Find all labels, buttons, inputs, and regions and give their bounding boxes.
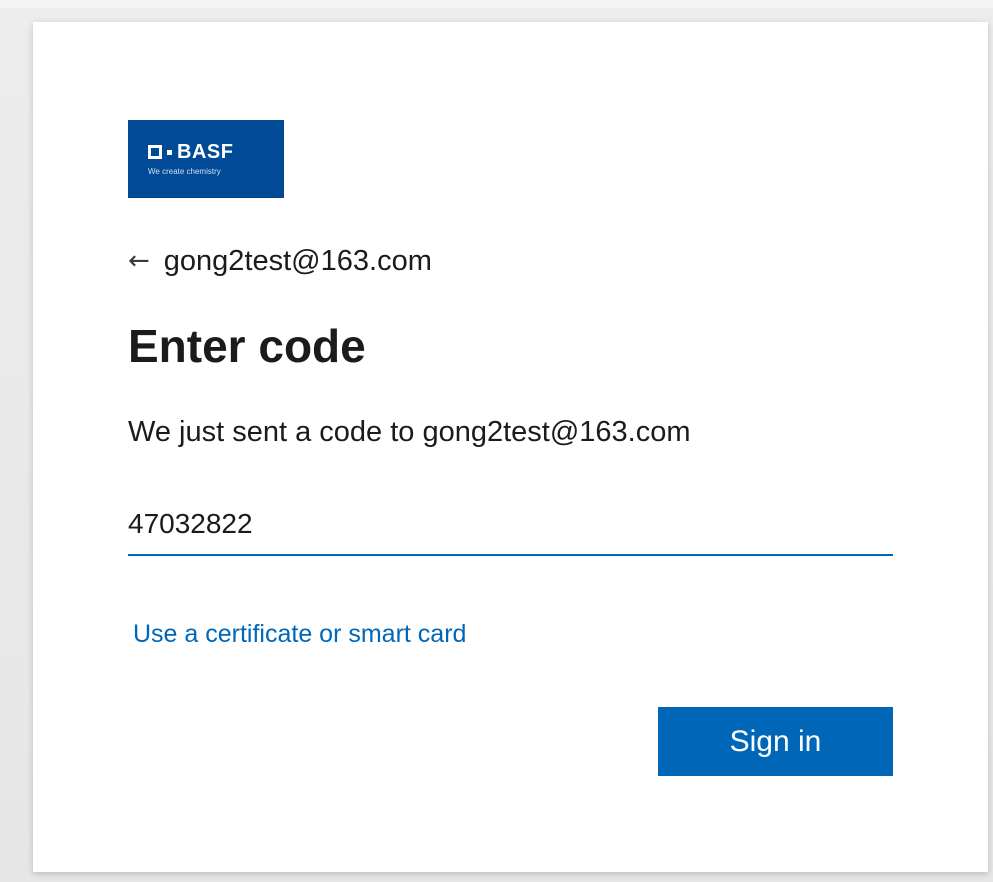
code-input[interactable]: [128, 498, 893, 550]
top-strip: [0, 0, 993, 8]
back-arrow-icon: ←: [128, 246, 150, 276]
basf-logo: BASF We create chemistry: [128, 120, 284, 198]
certificate-link[interactable]: Use a certificate or smart card: [133, 618, 466, 650]
logo-tagline: We create chemistry: [148, 167, 221, 176]
page-title: Enter code: [128, 320, 366, 372]
logo-dot-icon: [167, 149, 172, 155]
logo-square-icon: [148, 145, 162, 159]
sign-in-button[interactable]: Sign in: [658, 707, 893, 776]
logo-mark: BASF: [148, 142, 233, 162]
sign-in-card: BASF We create chemistry ← gong2test@163…: [33, 22, 988, 872]
code-sent-description: We just sent a code to gong2test@163.com: [128, 416, 691, 448]
identity-email: gong2test@163.com: [163, 245, 432, 277]
logo-wordmark: BASF: [177, 141, 234, 163]
identity-back-button[interactable]: ← gong2test@163.com: [128, 244, 432, 278]
code-input-container: [128, 498, 893, 556]
